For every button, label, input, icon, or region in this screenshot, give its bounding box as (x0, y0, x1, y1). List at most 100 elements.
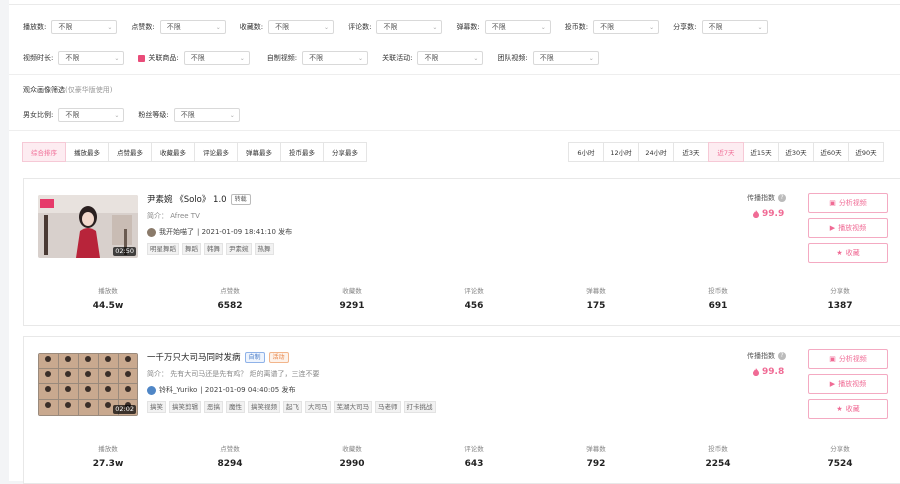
video-tag[interactable]: 韩舞 (204, 243, 223, 255)
page: 播放数: 不限 ⌄ 点赞数: 不限 ⌄ 收藏数: 不限 ⌄ 评论数: 不限 ⌄ 弹幕数:… (9, 0, 900, 484)
filter-label-coins: 投币数: (564, 23, 589, 31)
video-tags: 搞笑 搞笑剪辑 恶搞 魔性 搞笑视频 起飞 大司马 芜湖大司马 马老师 打卡挑战 (147, 401, 439, 413)
video-tag[interactable]: 起飞 (283, 401, 302, 413)
tab-sort-comments[interactable]: 评论最多 (194, 142, 238, 162)
video-tag[interactable]: 芜湖大司马 (333, 401, 372, 413)
chevron-down-icon: ⌄ (229, 111, 235, 119)
tab-time-15d[interactable]: 近15天 (743, 142, 779, 162)
video-meta: 我开始喵了 | 2021-01-09 18:41:10 发布 (147, 227, 292, 237)
analyze-video-button[interactable]: ▣ 分析视频 (808, 349, 888, 369)
filter-select-favorites[interactable]: 不限 ⌄ (268, 20, 335, 34)
video-tag[interactable]: 搞笑剪辑 (169, 401, 201, 413)
stat-value: 7524 (827, 459, 853, 469)
filter-label-shares: 分享数: (673, 23, 697, 31)
filter-select-comments[interactable]: 不限 ⌄ (376, 20, 443, 34)
collect-button[interactable]: ★ 收藏 (808, 399, 888, 419)
video-tag[interactable]: 打卡挑战 (403, 401, 436, 413)
collect-label: 收藏 (845, 249, 860, 257)
filter-value: 不限 (275, 23, 290, 31)
stat-comments: 评论数 643 (434, 443, 514, 469)
stat-value: 1387 (827, 301, 853, 311)
video-tag[interactable]: 舞蹈 (182, 243, 201, 255)
stat-label: 收藏数 (342, 287, 362, 295)
video-tag[interactable]: 搞笑视频 (248, 401, 280, 413)
tab-time-6h[interactable]: 6小时 (568, 142, 604, 162)
video-tag[interactable]: 魔性 (226, 401, 245, 413)
play-video-button[interactable]: ▶ 播放视频 (808, 374, 888, 394)
stat-coins: 投币数 2254 (678, 443, 758, 469)
filter-label-fan-level: 粉丝等级: (138, 111, 169, 119)
video-tag[interactable]: 搞笑 (147, 401, 166, 413)
filter-select-products[interactable]: 不限 ⌄ (183, 51, 250, 65)
filter-select-original[interactable]: 不限 ⌄ (302, 51, 369, 65)
info-icon[interactable]: ? (778, 194, 786, 202)
filter-select-likes[interactable]: 不限 ⌄ (159, 20, 226, 34)
tab-time-60d[interactable]: 近60天 (813, 142, 849, 162)
filter-select-duration[interactable]: 不限 ⌄ (58, 51, 125, 65)
uploader-avatar[interactable] (147, 385, 156, 395)
filter-select-activity[interactable]: 不限 ⌄ (417, 51, 484, 65)
propagation-value-text: 99.9 (762, 209, 785, 219)
filter-label-products: 关联商品: (148, 54, 179, 62)
tab-sort-comprehensive[interactable]: 综合排序 (22, 142, 66, 162)
filter-select-plays[interactable]: 不限 ⌄ (51, 20, 118, 34)
stat-likes: 点赞数 6582 (190, 285, 270, 311)
video-tag[interactable]: 恶搞 (204, 401, 223, 413)
stat-label: 投币数 (708, 445, 728, 453)
analyze-video-button[interactable]: ▣ 分析视频 (808, 193, 888, 213)
stat-shares: 分享数 1387 (800, 285, 880, 311)
tab-time-12h[interactable]: 12小时 (603, 142, 639, 162)
tab-sort-danmaku[interactable]: 弹幕最多 (237, 142, 281, 162)
video-title-row: 尹素婉 《Solo》 1.0 转载 (147, 193, 251, 205)
propagation-index-label: 传播指数 ? (747, 351, 786, 361)
tab-sort-shares[interactable]: 分享最多 (323, 142, 367, 162)
filter-value: 不限 (65, 111, 80, 119)
filter-row-attributes: 视频时长: 不限 ⌄ 关联商品: 不限 ⌄ 自制视频: 不限 ⌄ 关联活动: 不限 ⌄ … (23, 51, 613, 65)
video-tag[interactable]: 明星舞蹈 (147, 243, 179, 255)
uploader-name[interactable]: 我开始喵了 (159, 227, 194, 237)
tab-time-24h[interactable]: 24小时 (638, 142, 674, 162)
video-tag[interactable]: 马老师 (375, 401, 401, 413)
tab-sort-coins[interactable]: 投币最多 (280, 142, 324, 162)
video-title[interactable]: 尹素婉 《Solo》 1.0 (147, 193, 227, 205)
stat-danmaku: 弹幕数 175 (556, 285, 636, 311)
filter-select-gender[interactable]: 不限 ⌄ (58, 108, 125, 122)
stat-value: 9291 (339, 301, 365, 311)
video-thumbnail[interactable]: 02:02 (38, 353, 138, 416)
video-tag[interactable]: 大司马 (305, 401, 331, 413)
filter-label-duration: 视频时长: (23, 54, 54, 62)
tab-time-90d[interactable]: 近90天 (848, 142, 884, 162)
filter-select-danmaku[interactable]: 不限 ⌄ (484, 20, 551, 34)
chevron-down-icon: ⌄ (107, 23, 113, 31)
play-video-button[interactable]: ▶ 播放视频 (808, 218, 888, 238)
video-title-row: 一千万只大司马同时发病 自制 活动 (147, 351, 289, 363)
filter-select-shares[interactable]: 不限 ⌄ (701, 20, 768, 34)
tab-time-3d[interactable]: 近3天 (673, 142, 709, 162)
filter-select-team[interactable]: 不限 ⌄ (532, 51, 599, 65)
propagation-label-text: 传播指数 (747, 352, 775, 360)
video-tag[interactable]: 尹素婉 (226, 243, 252, 255)
analyze-label: 分析视频 (838, 199, 867, 207)
info-icon[interactable]: ? (778, 352, 786, 360)
audience-note: (仅豪华版使用) (65, 86, 113, 94)
tab-sort-likes[interactable]: 点赞最多 (108, 142, 152, 162)
tab-sort-favorites[interactable]: 收藏最多 (151, 142, 195, 162)
filter-label-plays: 播放数: (23, 23, 47, 31)
tab-time-30d[interactable]: 近30天 (778, 142, 814, 162)
chevron-down-icon: ⌄ (432, 23, 438, 31)
video-thumbnail[interactable]: 02:50 (38, 195, 138, 258)
uploader-avatar[interactable] (147, 227, 156, 237)
collect-button[interactable]: ★ 收藏 (808, 243, 888, 263)
filter-select-fan-level[interactable]: 不限 ⌄ (173, 108, 240, 122)
sort-tabs: 综合排序 播放最多 点赞最多 收藏最多 评论最多 弹幕最多 投币最多 分享最多 (22, 142, 367, 162)
chart-icon: ▣ (829, 355, 836, 363)
video-title[interactable]: 一千万只大司马同时发病 (147, 351, 241, 363)
video-card: 02:02 一千万只大司马同时发病 自制 活动 简介： 先有大司马还是先有鸡？ … (23, 336, 900, 484)
stat-value: 175 (586, 301, 606, 311)
stat-value: 27.3w (92, 459, 124, 469)
tab-time-7d[interactable]: 近7天 (708, 142, 744, 162)
video-tag[interactable]: 热舞 (254, 243, 274, 255)
filter-select-coins[interactable]: 不限 ⌄ (593, 20, 660, 34)
tab-sort-plays[interactable]: 播放最多 (65, 142, 109, 162)
uploader-name[interactable]: 铃科_Yuriko (159, 385, 197, 395)
